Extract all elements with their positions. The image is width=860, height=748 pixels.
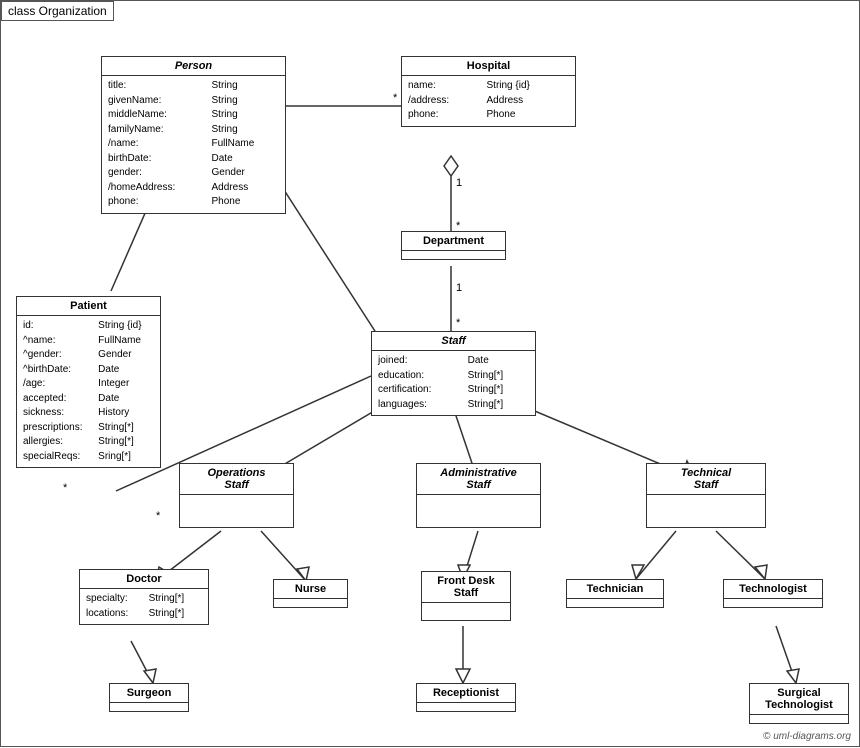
svg-text:*: * (393, 92, 398, 104)
surgeon-class-attrs (110, 703, 188, 711)
person-class: Person title:String givenName:String mid… (101, 56, 286, 214)
patient-class-attrs: id:String {id} ^name:FullName ^gender:Ge… (17, 316, 160, 467)
technologist-class: Technologist (723, 579, 823, 608)
admin-staff-class: AdministrativeStaff (416, 463, 541, 528)
diagram-container: class Organization * * 1 * 1 * * * (0, 0, 860, 747)
surgeon-class-name: Surgeon (110, 684, 188, 703)
receptionist-class-attrs (417, 703, 515, 711)
department-class: Department (401, 231, 506, 260)
patient-class-name: Patient (17, 297, 160, 316)
svg-text:*: * (456, 317, 461, 329)
hospital-class-attrs: name:String {id} /address:Address phone:… (402, 76, 575, 126)
svg-text:1: 1 (456, 177, 462, 189)
surgical-technologist-class-attrs (750, 715, 848, 723)
technical-staff-class: TechnicalStaff (646, 463, 766, 528)
technical-staff-class-attrs (647, 495, 765, 503)
admin-staff-class-name: AdministrativeStaff (417, 464, 540, 495)
surgeon-class: Surgeon (109, 683, 189, 712)
staff-class: Staff joined:Date education:String[*] ce… (371, 331, 536, 416)
front-desk-class: Front DeskStaff (421, 571, 511, 621)
doctor-class-attrs: specialty:String[*] locations:String[*] (80, 589, 208, 624)
person-class-attrs: title:String givenName:String middleName… (102, 76, 285, 213)
svg-text:*: * (63, 482, 68, 494)
department-class-name: Department (402, 232, 505, 251)
nurse-class: Nurse (273, 579, 348, 608)
receptionist-class: Receptionist (416, 683, 516, 712)
operations-staff-class-attrs (180, 495, 293, 503)
staff-class-name: Staff (372, 332, 535, 351)
technician-class: Technician (566, 579, 664, 608)
surgical-technologist-class-name: SurgicalTechnologist (750, 684, 848, 715)
admin-staff-class-attrs (417, 495, 540, 503)
svg-text:*: * (156, 510, 161, 522)
staff-class-attrs: joined:Date education:String[*] certific… (372, 351, 535, 415)
receptionist-class-name: Receptionist (417, 684, 515, 703)
department-class-attrs (402, 251, 505, 259)
front-desk-class-name: Front DeskStaff (422, 572, 510, 603)
diagram-title: class Organization (1, 1, 114, 21)
hospital-class: Hospital name:String {id} /address:Addre… (401, 56, 576, 127)
patient-class: Patient id:String {id} ^name:FullName ^g… (16, 296, 161, 468)
front-desk-class-attrs (422, 603, 510, 611)
nurse-class-attrs (274, 599, 347, 607)
copyright: © uml-diagrams.org (763, 731, 851, 742)
technician-class-name: Technician (567, 580, 663, 599)
surgical-technologist-class: SurgicalTechnologist (749, 683, 849, 724)
doctor-class: Doctor specialty:String[*] locations:Str… (79, 569, 209, 625)
operations-staff-class-name: OperationsStaff (180, 464, 293, 495)
svg-text:1: 1 (456, 282, 462, 294)
operations-staff-class: OperationsStaff (179, 463, 294, 528)
person-class-name: Person (102, 57, 285, 76)
technologist-class-attrs (724, 599, 822, 607)
technical-staff-class-name: TechnicalStaff (647, 464, 765, 495)
nurse-class-name: Nurse (274, 580, 347, 599)
technician-class-attrs (567, 599, 663, 607)
doctor-class-name: Doctor (80, 570, 208, 589)
hospital-class-name: Hospital (402, 57, 575, 76)
technologist-class-name: Technologist (724, 580, 822, 599)
